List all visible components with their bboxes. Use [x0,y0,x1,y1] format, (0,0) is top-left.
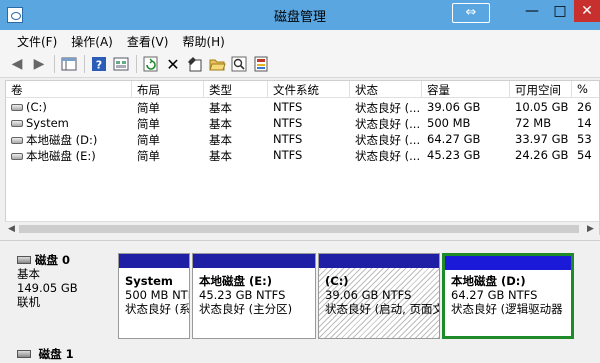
minimize-button[interactable]: — [518,0,546,22]
column-header-free-space[interactable]: 可用空间 [510,81,572,98]
svg-text:?: ? [96,59,102,72]
open-folder-icon[interactable] [208,55,226,73]
column-header-capacity[interactable]: 容量 [422,81,510,98]
drive-icon [11,137,23,144]
menu-action[interactable]: 操作(A) [66,30,122,50]
menu-help[interactable]: 帮助(H) [177,30,233,50]
console-tree-icon[interactable] [60,55,78,73]
refresh-icon[interactable] [142,55,160,73]
disk-map: 磁盘 0 基本 149.05 GB 联机 System 500 MB NTFS … [0,240,600,363]
menu-bar: 文件(F) 操作(A) 查看(V) 帮助(H) [0,30,600,50]
column-header-layout[interactable]: 布局 [132,81,204,98]
properties-icon[interactable] [186,55,204,73]
help-icon[interactable]: ? [90,55,108,73]
disk-management-app-icon [7,7,23,23]
forward-arrow-icon[interactable]: ▶ [30,55,48,73]
volume-row[interactable]: System 简单 基本 NTFS 状态良好 (... 500 MB 72 MB… [6,115,599,131]
close-button[interactable]: ✕ [574,0,600,22]
disk-1-info[interactable]: 磁盘 1 [5,346,599,363]
column-header-volume[interactable]: 卷 [6,81,132,98]
scroll-right-icon[interactable]: ▶ [587,224,594,234]
disk-0-partitions: System 500 MB NTFS 状态良好 (系 本地磁盘 (E:) 45.… [118,253,598,341]
partition-d[interactable]: 本地磁盘 (D:) 64.27 GB NTFS 状态良好 (逻辑驱动器 [442,253,574,339]
snap-resize-icon[interactable]: ⇔ [452,3,490,23]
column-header-percent-free[interactable]: % [572,81,599,98]
delete-icon[interactable]: ✕ [164,55,182,74]
disk-icon [17,256,31,264]
partition-system[interactable]: System 500 MB NTFS 状态良好 (系 [118,253,190,339]
scrollbar-thumb[interactable] [19,225,579,233]
partition-e[interactable]: 本地磁盘 (E:) 45.23 GB NTFS 状态良好 (主分区) [192,253,316,339]
drive-icon [11,120,23,127]
column-header-type[interactable]: 类型 [204,81,268,98]
volume-row[interactable]: 本地磁盘 (D:) 简单 基本 NTFS 状态良好 (... 64.27 GB … [6,131,599,147]
disk-icon [17,350,31,358]
column-header-status[interactable]: 状态 [350,81,422,98]
partition-c[interactable]: (C:) 39.06 GB NTFS 状态良好 (启动, 页面文 [318,253,440,339]
list-header: 卷 布局 类型 文件系统 状态 容量 可用空间 % [6,81,599,98]
title-bar: 磁盘管理 ⇔ — □ ✕ [0,0,600,30]
column-header-filesystem[interactable]: 文件系统 [268,81,350,98]
toolbar: ◀ ▶ ? ✕ [0,50,600,78]
maximize-button[interactable]: □ [546,0,574,22]
search-icon[interactable] [230,55,248,73]
scroll-left-icon[interactable]: ◀ [8,224,15,234]
volume-list: 卷 布局 类型 文件系统 状态 容量 可用空间 % (C:) 简单 基本 NTF… [5,80,600,235]
menu-file[interactable]: 文件(F) [12,30,66,50]
menu-view[interactable]: 查看(V) [122,30,178,50]
volume-row[interactable]: (C:) 简单 基本 NTFS 状态良好 (... 39.06 GB 10.05… [6,99,599,115]
properties-grid-icon[interactable] [112,55,130,73]
drive-icon [11,104,23,111]
window-title: 磁盘管理 [273,10,326,25]
drive-icon [11,153,23,160]
back-arrow-icon[interactable]: ◀ [8,55,26,73]
volume-row[interactable]: 本地磁盘 (E:) 简单 基本 NTFS 状态良好 (... 45.23 GB … [6,147,599,163]
rescan-disks-icon[interactable] [252,55,270,73]
disk-0-info[interactable]: 磁盘 0 基本 149.05 GB 联机 [5,249,115,343]
horizontal-scrollbar[interactable]: ◀ ▶ [5,221,599,235]
